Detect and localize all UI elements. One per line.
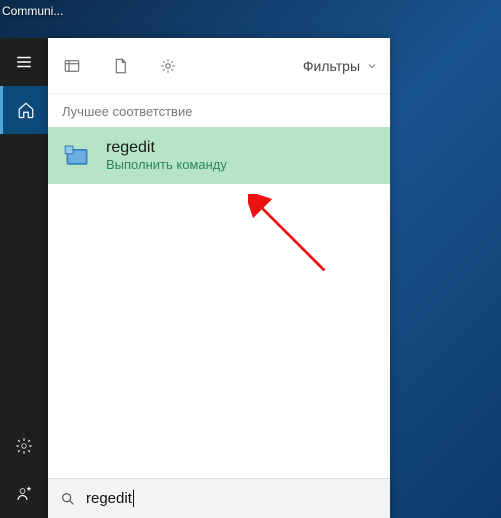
desktop-shortcut-label[interactable]: Communi... — [2, 4, 63, 18]
filters-dropdown[interactable]: Фильтры — [303, 58, 378, 74]
feedback-button[interactable] — [0, 470, 48, 518]
search-panel: Фильтры Лучшее соответствие regedit Выпо… — [48, 38, 390, 518]
regedit-icon — [62, 141, 92, 171]
result-title: regedit — [106, 139, 227, 157]
annotation-arrow — [248, 194, 338, 284]
gear-icon — [15, 437, 33, 455]
best-match-header: Лучшее соответствие — [48, 94, 390, 127]
filters-label: Фильтры — [303, 58, 360, 74]
search-query-text: regedit — [86, 490, 134, 507]
panel-tabs: Фильтры — [48, 38, 390, 94]
apps-tab[interactable] — [60, 54, 84, 78]
result-subtitle: Выполнить команду — [106, 157, 227, 172]
document-icon — [111, 57, 129, 75]
cortana-sidebar — [0, 38, 48, 518]
apps-icon — [63, 57, 81, 75]
results-area — [48, 184, 390, 478]
menu-button[interactable] — [0, 38, 48, 86]
home-button[interactable] — [0, 86, 48, 134]
person-icon — [15, 485, 33, 503]
search-result-regedit[interactable]: regedit Выполнить команду — [48, 127, 390, 184]
chevron-down-icon — [366, 60, 378, 72]
hamburger-icon — [15, 53, 33, 71]
search-icon — [60, 491, 76, 507]
home-icon — [17, 101, 35, 119]
search-input-bar[interactable]: regedit — [48, 478, 390, 518]
documents-tab[interactable] — [108, 54, 132, 78]
settings-button[interactable] — [0, 422, 48, 470]
settings-tab[interactable] — [156, 54, 180, 78]
gear-small-icon — [159, 57, 177, 75]
